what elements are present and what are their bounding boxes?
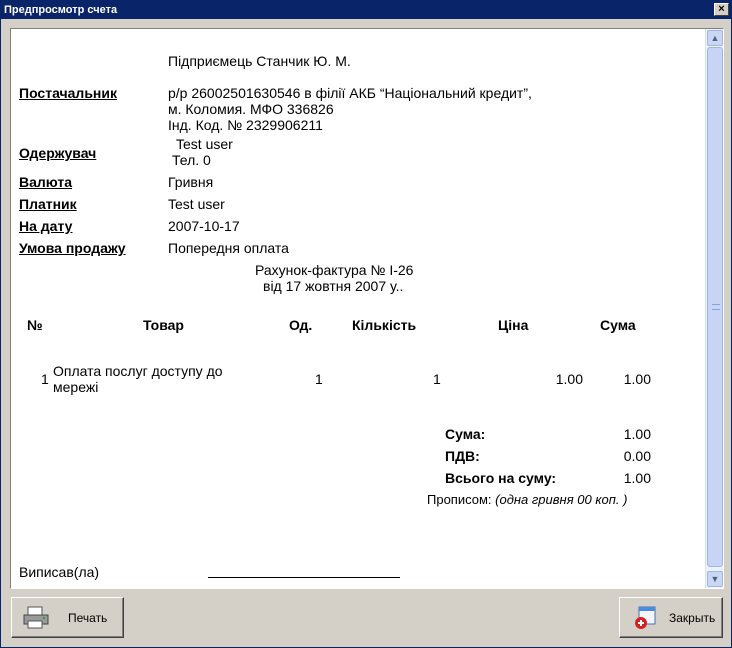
- seller-name: Підприємець Станчик Ю. М.: [168, 53, 351, 69]
- row-sum: 1.00: [623, 371, 651, 387]
- scroll-down-icon[interactable]: ▼: [707, 571, 723, 587]
- supplier-line-1: р/р 26002501630546 в філії АКБ “Націонал…: [168, 85, 532, 101]
- invoice-preview-window: Предпросмотр счета × Підприємець Станчик…: [0, 0, 732, 648]
- issued-by-label: Виписав(ла): [19, 564, 100, 580]
- col-header-qty: Кількість: [352, 317, 417, 333]
- printer-icon: [22, 606, 52, 630]
- supplier-label: Постачальник: [19, 85, 117, 101]
- date-label: На дату: [19, 218, 73, 234]
- currency-value: Гривня: [168, 174, 214, 190]
- invoice-title: Рахунок-фактура № І-26: [255, 262, 414, 278]
- supplier-line-3: Інд. Код. № 2329906211: [168, 117, 323, 133]
- recipient-label: Одержувач: [19, 145, 97, 161]
- vat-label: ПДВ:: [445, 448, 480, 464]
- row-item-line-2: мережі: [53, 379, 99, 395]
- col-header-item: Товар: [143, 317, 184, 333]
- close-button[interactable]: Закрыть: [619, 597, 723, 638]
- close-button-label: Закрыть: [669, 611, 716, 625]
- sum-value: 1.00: [623, 426, 651, 442]
- col-header-sum: Сума: [600, 317, 636, 333]
- vertical-scrollbar[interactable]: ▲ ▼: [705, 29, 723, 588]
- col-header-price: Ціна: [498, 317, 529, 333]
- close-window-button[interactable]: ×: [714, 3, 729, 16]
- row-item-line-1: Оплата послуг доступу до: [53, 363, 223, 379]
- row-price: 1.00: [555, 371, 583, 387]
- invoice-document: Підприємець Станчик Ю. М. Постачальник р…: [11, 29, 705, 588]
- title-bar: Предпросмотр счета ×: [1, 1, 731, 19]
- grip-icon: [712, 304, 720, 310]
- window-title: Предпросмотр счета: [4, 4, 118, 16]
- print-button[interactable]: Печать: [11, 597, 124, 638]
- total-label: Всього на суму:: [445, 470, 557, 486]
- close-document-icon: [630, 606, 660, 630]
- invoice-date-line: від 17 жовтня 2007 у..: [263, 278, 404, 294]
- print-button-label: Печать: [68, 611, 108, 625]
- payer-label: Платник: [19, 196, 77, 212]
- scrollbar-thumb[interactable]: [707, 47, 723, 567]
- col-header-number: №: [27, 317, 43, 333]
- vat-value: 0.00: [623, 448, 651, 464]
- row-qty: 1: [433, 371, 441, 387]
- supplier-line-2: м. Коломия. МФО 336826: [168, 101, 334, 117]
- currency-label: Валюта: [19, 174, 73, 190]
- terms-value: Попередня оплата: [168, 240, 289, 256]
- sum-label: Сума:: [445, 426, 486, 442]
- amount-in-words-value: (одна гривня 00 коп. ): [495, 492, 628, 507]
- payer-value: Test user: [168, 196, 225, 212]
- invoice-preview-pane: Підприємець Станчик Ю. М. Постачальник р…: [10, 28, 724, 589]
- amount-in-words: Прописом: (одна гривня 00 коп. ): [427, 492, 627, 507]
- amount-in-words-label: Прописом:: [427, 492, 492, 507]
- col-header-unit: Од.: [289, 317, 313, 333]
- row-unit: 1: [315, 371, 323, 387]
- recipient-line-1: Test user: [176, 136, 233, 152]
- scroll-up-icon[interactable]: ▲: [707, 30, 723, 46]
- recipient-line-2: Тел. 0: [172, 152, 211, 168]
- date-value: 2007-10-17: [168, 218, 240, 234]
- signature-line: [208, 577, 400, 578]
- terms-label: Умова продажу: [19, 240, 126, 256]
- total-value: 1.00: [623, 470, 651, 486]
- row-number: 1: [41, 371, 49, 387]
